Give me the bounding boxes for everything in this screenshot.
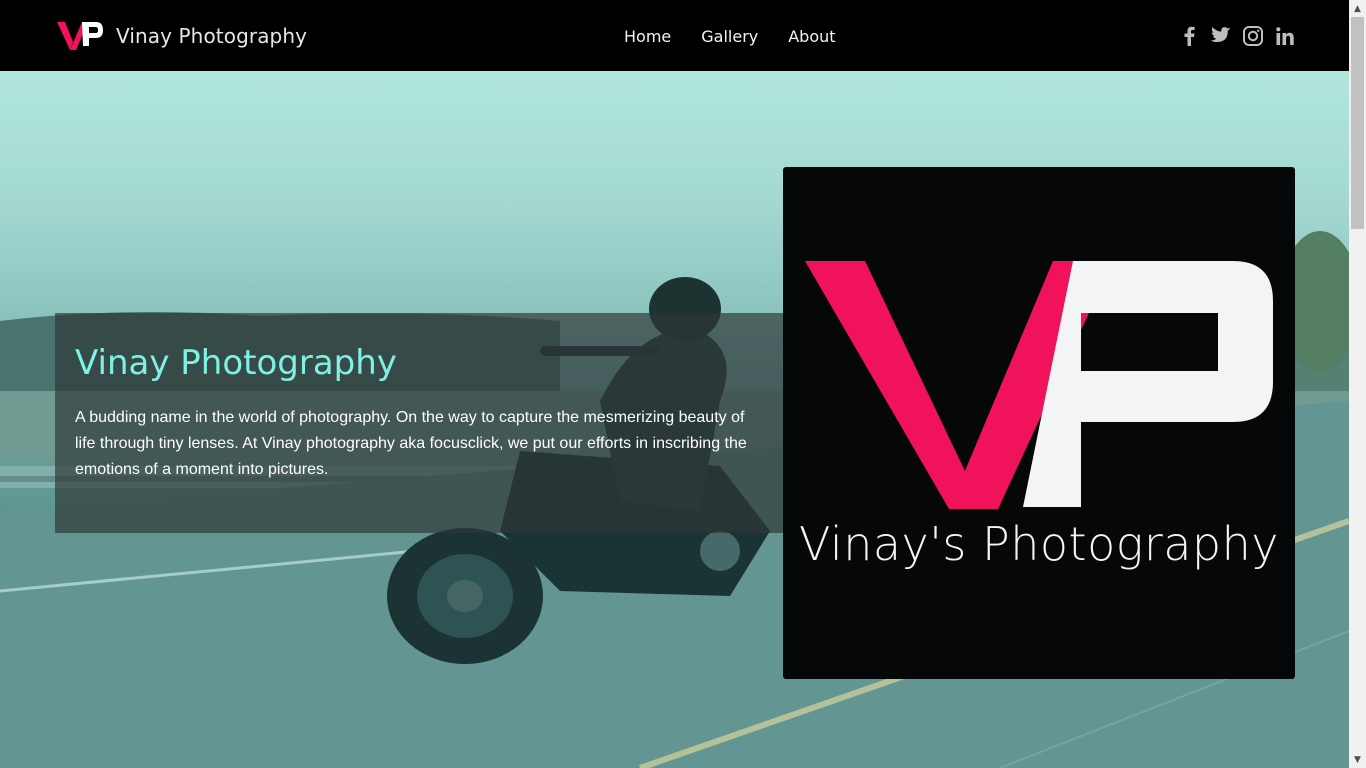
hero-description: A budding name in the world of photograp…	[75, 409, 747, 478]
instagram-icon[interactable]	[1242, 24, 1264, 48]
nav-link-about[interactable]: About	[788, 27, 835, 46]
nav-link-home[interactable]: Home	[624, 27, 671, 46]
nav-link-gallery[interactable]: Gallery	[701, 27, 758, 46]
social-links	[1178, 24, 1296, 48]
scroll-thumb[interactable]	[1351, 17, 1364, 229]
hero-title: Vinay Photography	[75, 343, 397, 383]
brand-logo[interactable]	[56, 18, 104, 54]
hero-section: Vinay Photography A budding name in the …	[0, 71, 1349, 768]
logo-caption: Vinay's Photography	[798, 517, 1280, 571]
brand-name[interactable]: Vinay Photography	[116, 24, 307, 48]
scroll-down-arrow-icon[interactable]: ▼	[1349, 751, 1366, 768]
scroll-up-arrow-icon[interactable]: ▲	[1349, 0, 1366, 17]
linkedin-icon[interactable]	[1274, 24, 1296, 48]
facebook-icon[interactable]	[1178, 24, 1200, 48]
hero-text-panel: Vinay Photography A budding name in the …	[55, 313, 783, 533]
logo-card: Vinay's Photography	[783, 167, 1295, 679]
vp-logo-image	[805, 261, 1273, 509]
nav-links: Home Gallery About	[624, 27, 836, 46]
scrollbar[interactable]: ▲ ▼	[1349, 0, 1366, 768]
navbar: Vinay Photography Home Gallery About	[0, 0, 1349, 71]
twitter-icon[interactable]	[1210, 24, 1232, 48]
brand[interactable]: Vinay Photography	[56, 18, 307, 54]
